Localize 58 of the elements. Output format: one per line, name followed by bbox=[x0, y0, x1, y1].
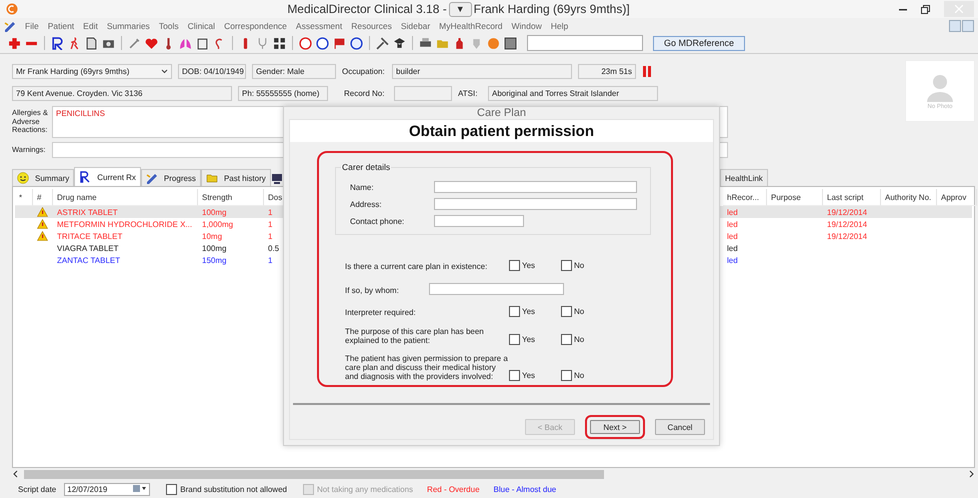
dose-cell-text: 1 bbox=[267, 218, 274, 230]
legend-text: Red - Overdue bbox=[427, 484, 480, 494]
atsi-field: Aboriginal and Torres Strait Islander bbox=[488, 86, 658, 100]
dialog-heading: Obtain patient permission bbox=[290, 120, 713, 142]
occupation-field: builder bbox=[392, 64, 572, 78]
field-label: Contact phone: bbox=[350, 216, 406, 226]
legend-text: Blue - Almost due bbox=[494, 484, 556, 494]
field-label: Address: bbox=[350, 200, 383, 208]
table-cell-text: led bbox=[726, 206, 739, 218]
checkbox-label: Yes bbox=[522, 371, 536, 380]
question-label: The patient has given permission to prepare a care plan and discuss their medical history and diagnosis with the providers involved: bbox=[345, 354, 509, 381]
last-script-cell-text: 19/12/2014 bbox=[826, 218, 868, 230]
checkbox-label: Yes bbox=[522, 261, 536, 270]
question-label: Interpreter required: bbox=[345, 308, 417, 317]
strength-cell-text: 10mg bbox=[201, 230, 224, 242]
phone-field: Ph: 55555555 (home) bbox=[238, 86, 328, 100]
drug-name-cell-text: TRITACE TABLET bbox=[56, 230, 124, 242]
checkbox-label: Yes bbox=[522, 335, 536, 344]
question-label: Is there a current care plan in existence: bbox=[345, 262, 488, 271]
strength-cell-text: 1,000mg bbox=[201, 218, 234, 230]
checkbox-label: Not taking any medications bbox=[316, 484, 414, 494]
drug-name-cell-text: ASTRIX TABLET bbox=[56, 206, 119, 218]
drug-name-cell-text: VIAGRA TABLET bbox=[56, 242, 120, 254]
record-no-label: Record No: bbox=[344, 88, 386, 98]
window-title: MedicalDirector Clinical 3.18 - bbox=[287, 2, 447, 16]
table-cell-text: led bbox=[726, 218, 739, 230]
question-label: The purpose of this care plan has been explained to the patient: bbox=[345, 327, 485, 345]
atsi-label: ATSI: bbox=[458, 88, 478, 98]
dose-cell-text: 1 bbox=[267, 230, 274, 242]
strength-cell-text: 150mg bbox=[201, 254, 228, 266]
question-label: If so, by whom: bbox=[345, 286, 400, 295]
checkbox-label: No bbox=[574, 371, 584, 380]
window-title: Frank Harding (69yrs 9mths)] bbox=[474, 2, 630, 16]
group-label: Carer details bbox=[341, 162, 392, 172]
checkbox-label: No bbox=[574, 261, 584, 270]
dose-cell-text: 1 bbox=[267, 206, 274, 218]
strength-cell-text: 100mg bbox=[201, 242, 228, 254]
checkbox-label: No bbox=[574, 335, 584, 344]
field-label: Name: bbox=[350, 182, 375, 192]
dob-field: DOB: 04/10/1949 bbox=[178, 64, 246, 78]
checkbox-label: No bbox=[574, 307, 584, 316]
occupation-label: Occupation: bbox=[342, 66, 386, 76]
checkbox-label: Yes bbox=[522, 307, 536, 316]
dialog-title: Care Plan bbox=[476, 107, 527, 119]
table-cell-text: led bbox=[726, 242, 739, 254]
checkbox-label: Brand substitution not allowed bbox=[180, 484, 287, 494]
last-script-cell-text: 19/12/2014 bbox=[826, 230, 868, 242]
drug-name-cell-text: ZANTAC TABLET bbox=[56, 254, 122, 266]
address-field: 79 Kent Avenue. Croyden. Vic 3136 bbox=[12, 86, 232, 100]
timer-field: 23m 51s bbox=[578, 64, 636, 78]
strength-cell-text: 100mg bbox=[201, 206, 228, 218]
drug-name-cell-text: METFORMIN HYDROCHLORIDE X... bbox=[56, 218, 194, 230]
dose-cell-text: 0.5 bbox=[267, 242, 280, 254]
script-date-label: Script date bbox=[18, 484, 56, 494]
dose-cell-text: 1 bbox=[267, 254, 274, 266]
gender-field: Gender: Male bbox=[252, 64, 336, 78]
last-script-cell-text: 19/12/2014 bbox=[826, 206, 868, 218]
table-cell-text: led bbox=[726, 230, 739, 242]
